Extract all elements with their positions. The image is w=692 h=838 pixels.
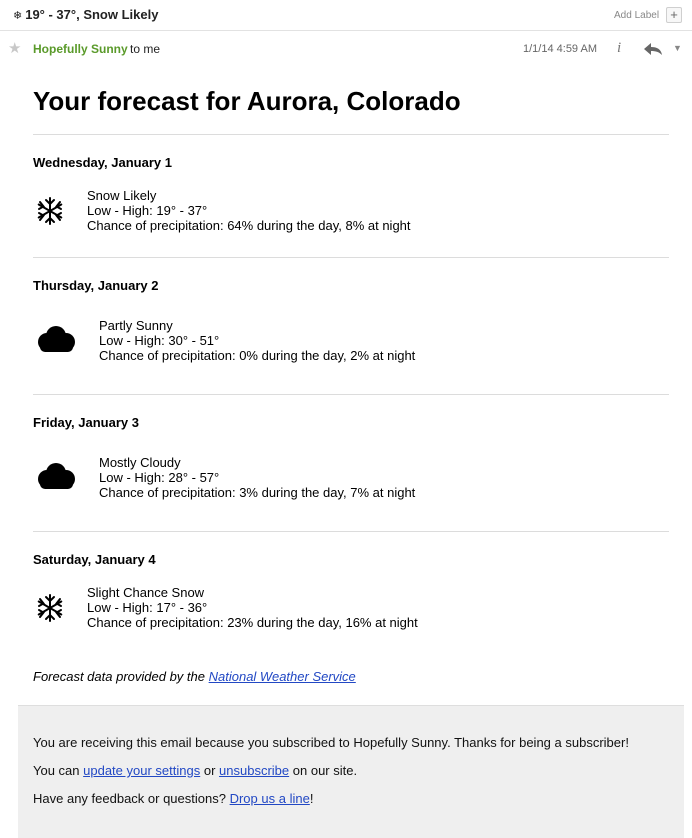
feedback-line: Have any feedback or questions? Drop us … — [33, 791, 313, 806]
page-title: Your forecast for Aurora, Colorado — [33, 86, 461, 116]
update-settings-link[interactable]: update your settings — [83, 763, 200, 778]
chevron-down-icon[interactable]: ▼ — [673, 43, 682, 53]
cloud-icon — [38, 326, 75, 352]
temperature-range: Low - High: 17° - 36° — [87, 600, 208, 615]
contact-link[interactable]: Drop us a line — [230, 791, 310, 806]
condition: Mostly Cloudy — [99, 455, 181, 470]
forecast-details: Partly Sunny Low - High: 30° - 51° Chanc… — [99, 318, 415, 363]
snowflake-icon — [37, 594, 63, 622]
forecast-details: Mostly Cloudy Low - High: 28° - 57° Chan… — [99, 455, 415, 500]
star-icon[interactable]: ★ — [8, 39, 21, 57]
unsubscribe-link[interactable]: unsubscribe — [219, 763, 289, 778]
recipient: to me — [130, 42, 161, 56]
forecast-credit: Forecast data provided by the National W… — [33, 669, 356, 684]
divider — [33, 257, 669, 258]
message-header: ★ Hopefully Sunny to me 1/1/14 4:59 AM i… — [0, 38, 692, 60]
precipitation: Chance of precipitation: 0% during the d… — [99, 348, 416, 363]
precipitation: Chance of precipitation: 3% during the d… — [99, 485, 416, 500]
add-label-button[interactable]: + — [666, 7, 682, 23]
snowflake-icon: ❄ — [13, 10, 23, 22]
temperature-range: Low - High: 28° - 57° — [99, 470, 220, 485]
settings-mid: or — [203, 763, 216, 778]
day-heading: Thursday, January 2 — [33, 278, 159, 293]
forecast-details: Slight Chance Snow Low - High: 17° - 36°… — [87, 585, 418, 630]
add-label-link[interactable]: Add Label — [614, 10, 659, 21]
message-date: 1/1/14 4:59 AM — [523, 43, 597, 55]
divider — [33, 531, 669, 532]
precipitation: Chance of precipitation: 64% during the … — [87, 218, 411, 233]
feedback-suffix: ! — [309, 791, 314, 806]
day-heading: Wednesday, January 1 — [33, 155, 172, 170]
sender-name[interactable]: Hopefully Sunny — [33, 42, 128, 56]
reply-icon[interactable] — [642, 41, 664, 57]
settings-suffix: on our site. — [292, 763, 358, 778]
day-heading: Saturday, January 4 — [33, 552, 156, 567]
credit-text: Forecast data provided by the — [33, 669, 205, 684]
forecast-details: Snow Likely Low - High: 19° - 37° Chance… — [87, 188, 411, 233]
snowflake-icon — [37, 197, 63, 225]
info-icon[interactable]: i — [617, 40, 621, 57]
feedback-prefix: Have any feedback or questions? — [33, 791, 226, 806]
cloud-icon — [38, 463, 75, 489]
temperature-range: Low - High: 19° - 37° — [87, 203, 208, 218]
precipitation: Chance of precipitation: 23% during the … — [87, 615, 418, 630]
settings-prefix: You can — [33, 763, 80, 778]
condition: Snow Likely — [87, 188, 157, 203]
settings-line: You can update your settings or unsubscr… — [33, 763, 357, 778]
condition: Partly Sunny — [99, 318, 173, 333]
email-subject: ❄ 19° - 37°, Snow Likely — [13, 7, 158, 22]
temperature-range: Low - High: 30° - 51° — [99, 333, 220, 348]
condition: Slight Chance Snow — [87, 585, 205, 600]
email-footer: You are receiving this email because you… — [18, 705, 684, 838]
subscription-notice: You are receiving this email because you… — [33, 735, 629, 750]
subject-bar: ❄ 19° - 37°, Snow Likely Add Label + — [0, 0, 692, 31]
divider — [33, 134, 669, 135]
day-heading: Friday, January 3 — [33, 415, 139, 430]
nws-link[interactable]: National Weather Service — [209, 669, 356, 684]
subject-text: 19° - 37°, Snow Likely — [25, 7, 159, 22]
divider — [33, 394, 669, 395]
